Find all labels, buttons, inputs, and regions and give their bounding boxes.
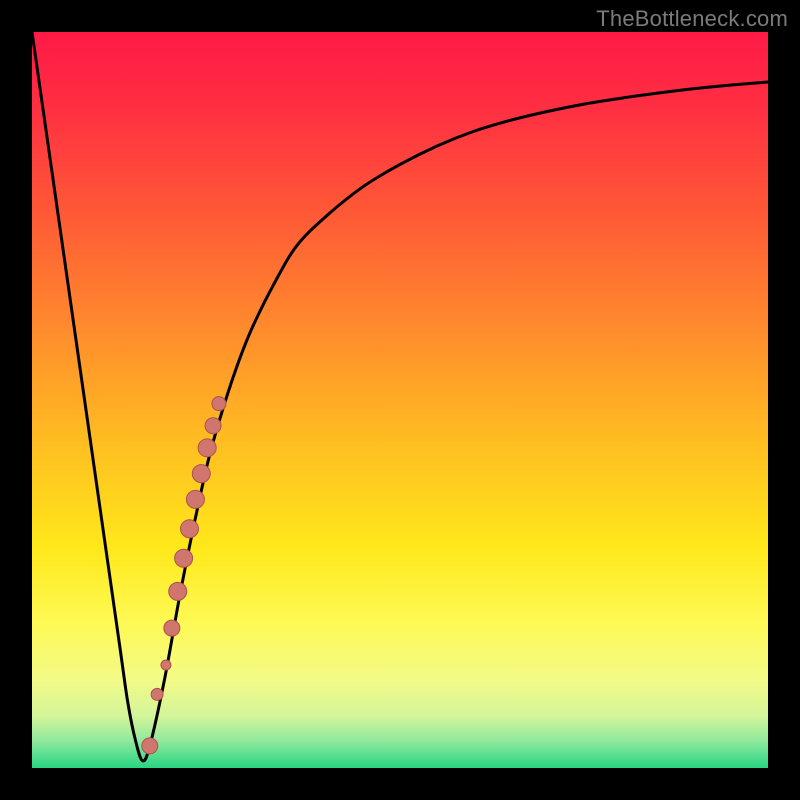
highlight-marker [181,520,199,538]
highlight-marker [164,620,180,636]
highlight-marker [175,549,193,567]
highlight-marker [142,738,158,754]
highlight-marker [205,418,221,434]
attribution-text: TheBottleneck.com [596,6,788,32]
highlight-marker [192,465,210,483]
gradient-background [32,32,768,768]
plot-area [32,32,768,768]
highlight-marker [161,660,171,670]
highlight-marker [212,397,226,411]
highlight-marker [169,582,187,600]
highlight-marker [151,688,163,700]
chart-frame: TheBottleneck.com [0,0,800,800]
highlight-marker [186,490,204,508]
plot-svg [32,32,768,768]
highlight-marker [198,439,216,457]
